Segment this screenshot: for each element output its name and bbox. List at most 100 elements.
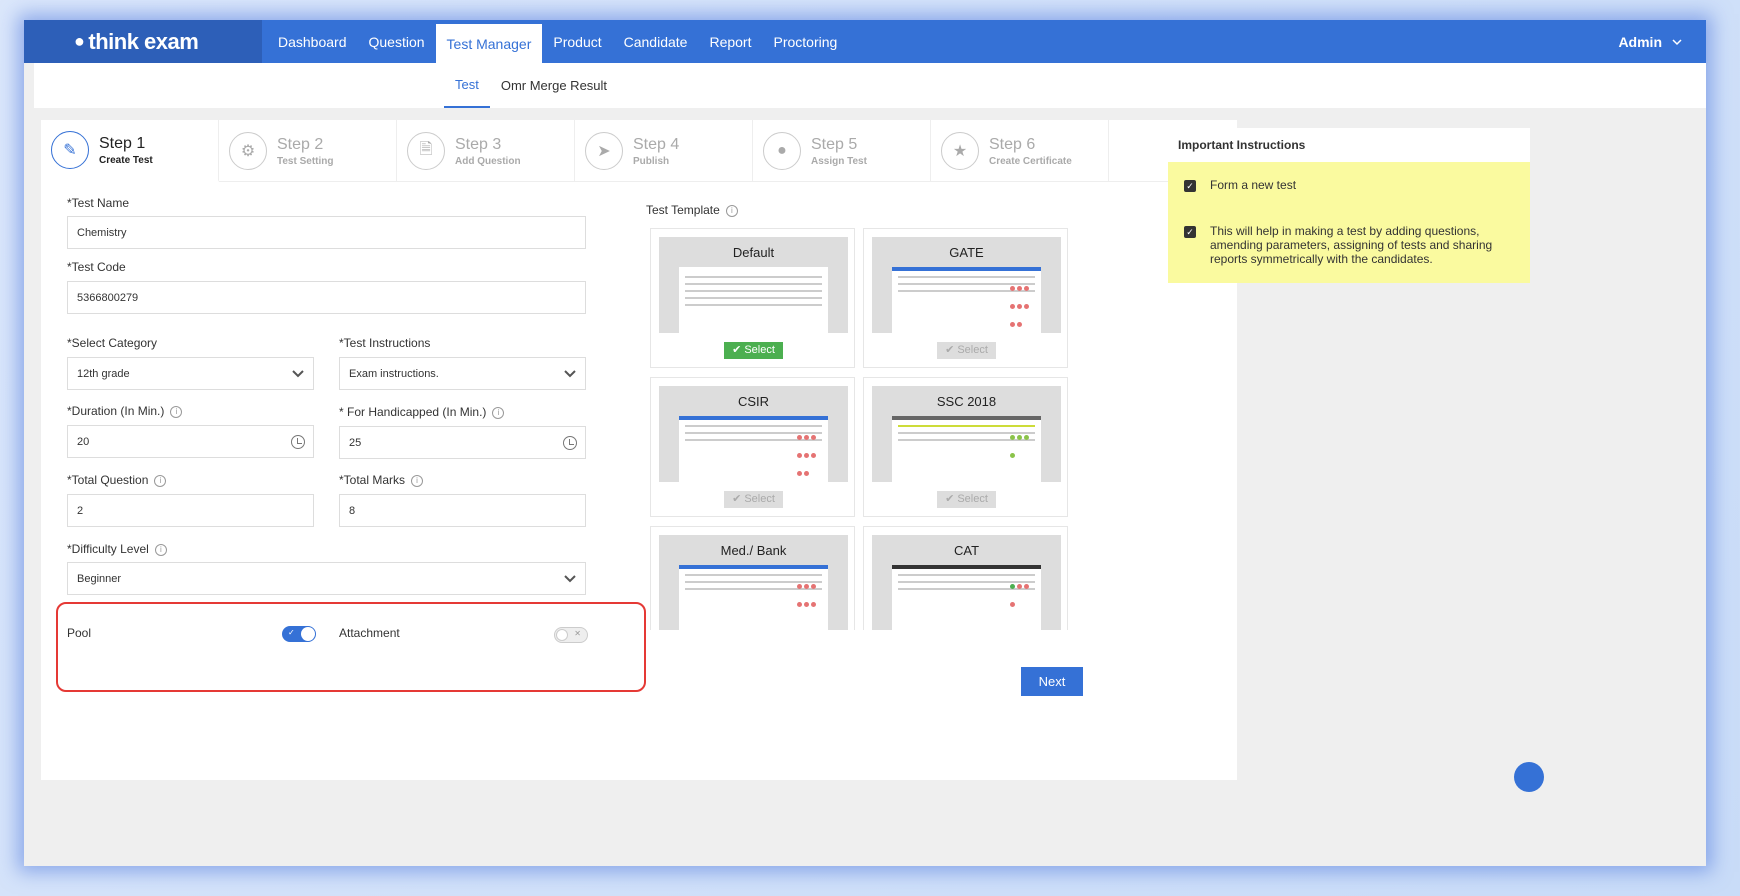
nav-item-dashboard[interactable]: Dashboard [267,20,358,63]
tab-test[interactable]: Test [444,63,490,108]
template-preview: CAT [872,535,1061,630]
category-select[interactable]: 12th grade [67,357,314,390]
nav-item-report[interactable]: Report [698,20,762,63]
template-name: CSIR [737,394,770,409]
handicapped-label: * For Handicapped (In Min.) i [339,405,505,419]
template-card-gate[interactable]: GATE ✔ Select [863,228,1068,368]
template-thumbnail [679,267,828,333]
select-label: Select [744,344,775,356]
select-button[interactable]: ✔ Select [937,491,996,508]
step-subtitle: Create Certificate [989,155,1072,167]
info-icon[interactable]: i [170,405,183,418]
top-navbar: ● think exam Dashboard Question Test Man… [24,20,1706,63]
template-card-ssc-2018[interactable]: SSC 2018 ✔ Select [863,377,1068,517]
select-label: Select [957,493,988,505]
info-icon[interactable]: i [154,474,167,487]
star-icon: ★ [941,132,979,170]
difficulty-label: *Difficulty Level i [67,542,167,556]
select-label: Select [957,344,988,356]
select-button[interactable]: ✔ Select [937,342,996,359]
user-name: Admin [1618,33,1662,50]
clock-icon[interactable] [563,436,577,450]
tab-omr-merge-result[interactable]: Omr Merge Result [490,63,618,108]
template-preview: Med./ Bank [659,535,848,630]
chevron-down-icon [292,370,304,378]
checkbox-icon: ✓ [1184,226,1196,238]
difficulty-value: Beginner [77,572,122,585]
step-5[interactable]: ● Step 5 Assign Test [753,120,931,182]
step-1[interactable]: ✎ Step 1 Create Test [41,120,219,182]
step-2[interactable]: ⚙ Step 2 Test Setting [219,120,397,182]
test-name-input[interactable]: Chemistry [67,216,586,249]
handicapped-input[interactable]: 25 [339,426,586,459]
step-subtitle: Add Question [455,155,521,167]
nav-item-candidate[interactable]: Candidate [613,20,699,63]
step-title: Step 3 [455,135,502,153]
total-question-label: *Total Question i [67,473,167,487]
select-button[interactable]: ✔ Select [724,491,783,508]
chevron-down-icon [1672,38,1682,45]
nav-menu: Dashboard Question Test Manager Product … [267,20,848,63]
template-name: SSC 2018 [936,394,997,409]
template-thumbnail [892,565,1041,630]
template-preview: SSC 2018 [872,386,1061,482]
template-preview: GATE [872,237,1061,333]
template-card-default[interactable]: Default ✔ Select [650,228,855,368]
info-icon[interactable]: i [492,406,505,419]
close-icon: ✕ [574,629,581,638]
category-value: 12th grade [77,367,130,380]
nav-item-question[interactable]: Question [358,20,436,63]
step-6[interactable]: ★ Step 6 Create Certificate [931,120,1109,182]
logo-icon: ● [74,31,85,51]
template-grid: Default ✔ Select GATE ✔ Select CSIR ✔ Se… [650,228,1072,630]
select-button[interactable]: ✔ Select [724,342,783,359]
template-thumbnail [892,416,1041,482]
template-thumbnail [679,565,828,630]
instructions-select[interactable]: Exam instructions. [339,357,586,390]
users-icon: ● [763,132,801,170]
nav-item-proctoring[interactable]: Proctoring [762,20,848,63]
step-subtitle: Test Setting [277,155,334,167]
rocket-icon: ➤ [585,132,623,170]
total-marks-input[interactable]: 8 [339,494,586,527]
chat-icon[interactable] [1514,762,1544,792]
next-button[interactable]: Next [1021,667,1083,696]
clock-icon[interactable] [291,435,305,449]
template-card-med-bank[interactable]: Med./ Bank [650,526,855,630]
template-name: GATE [949,245,984,260]
toggle-knob [301,627,315,641]
user-menu[interactable]: Admin [1618,20,1682,63]
handicapped-label-text: * For Handicapped (In Min.) [339,405,487,419]
test-code-input[interactable]: 5366800279 [67,281,586,314]
step-3[interactable]: 🗎 Step 3 Add Question [397,120,575,182]
step-title: Step 6 [989,135,1036,153]
attachment-toggle[interactable]: ✕ [554,627,588,643]
info-icon[interactable]: i [411,474,424,487]
template-preview: Default [659,237,848,333]
template-card-cat[interactable]: CAT [863,526,1068,630]
test-name-label: *Test Name [67,196,130,210]
chevron-down-icon [564,370,576,378]
template-thumbnail [679,416,828,482]
step-subtitle: Create Test [99,154,153,166]
difficulty-select[interactable]: Beginner [67,562,586,595]
brand-name: think exam [88,28,199,54]
step-4[interactable]: ➤ Step 4 Publish [575,120,753,182]
template-thumbnail [892,267,1041,333]
difficulty-label-text: *Difficulty Level [67,542,149,556]
nav-item-product[interactable]: Product [542,20,612,63]
brand-logo[interactable]: ● think exam [24,20,262,63]
app-window: ● think exam Dashboard Question Test Man… [24,20,1706,866]
total-question-value: 2 [77,504,84,517]
info-icon[interactable]: i [725,204,738,217]
template-card-csir[interactable]: CSIR ✔ Select [650,377,855,517]
info-icon[interactable]: i [154,543,167,556]
instruction-item: Form a new test [1210,178,1297,192]
nav-item-test-manager[interactable]: Test Manager [435,24,543,63]
pool-toggle[interactable]: ✓ [282,626,316,642]
duration-input[interactable]: 20 [67,425,314,458]
step-wizard: ✎ Step 1 Create Test ⚙ Step 2 Test Setting… [41,120,1237,182]
total-question-input[interactable]: 2 [67,494,314,527]
step-title: Step 1 [99,134,146,152]
test-name-value: Chemistry [77,226,127,239]
